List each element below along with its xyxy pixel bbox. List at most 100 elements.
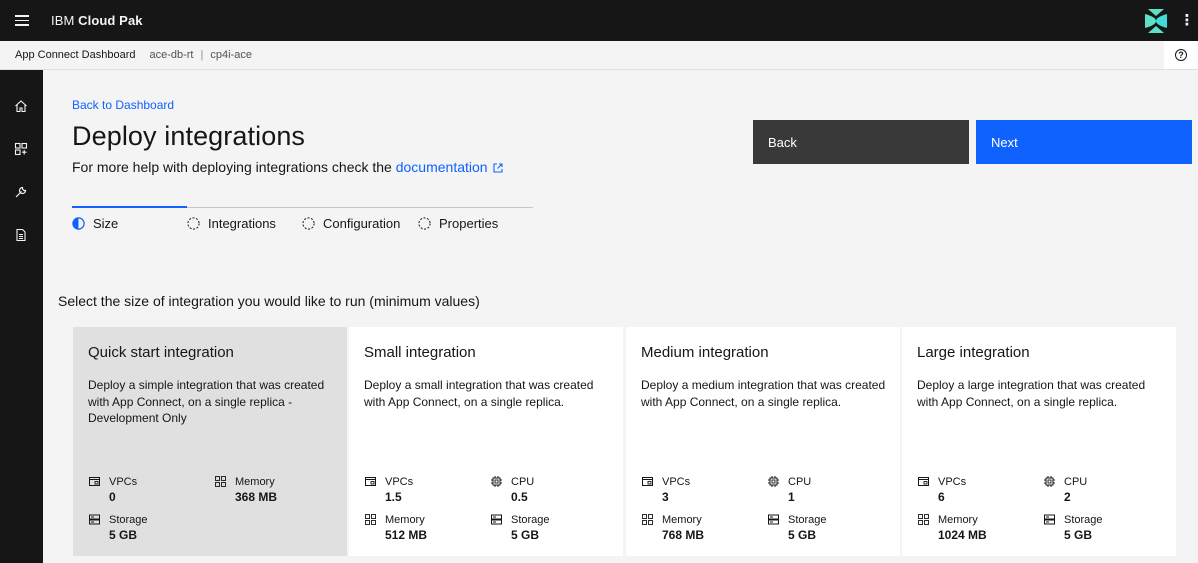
spec-storage: Storage 5 GB bbox=[767, 513, 827, 542]
spec-value: 512 MB bbox=[385, 528, 428, 542]
spec-value: 0.5 bbox=[511, 490, 528, 504]
spec-vpcs: VPCs 1.5 bbox=[364, 475, 413, 504]
breadcrumb-separator: | bbox=[200, 49, 204, 61]
wrench-icon[interactable] bbox=[14, 185, 28, 199]
step-label: Integrations bbox=[208, 216, 276, 231]
vpc-icon bbox=[918, 477, 929, 486]
subtitle-text: For more help with deploying integration… bbox=[72, 159, 396, 175]
step-label: Size bbox=[93, 216, 119, 231]
storage-icon bbox=[89, 514, 100, 525]
cpu-icon bbox=[1043, 475, 1056, 488]
back-to-dashboard-link[interactable]: Back to Dashboard bbox=[72, 98, 174, 112]
storage-icon bbox=[1044, 514, 1055, 525]
spec-value: 2 bbox=[1064, 490, 1071, 504]
spec-label: VPCs bbox=[385, 475, 414, 488]
tile-title: Quick start integration bbox=[88, 344, 234, 361]
breadcrumb-app[interactable]: App Connect Dashboard bbox=[15, 49, 135, 61]
memory-icon bbox=[641, 513, 654, 526]
help-icon: ? bbox=[1175, 49, 1187, 61]
step-label: Configuration bbox=[323, 216, 401, 231]
spec-value: 6 bbox=[938, 490, 945, 504]
spec-value: 5 GB bbox=[1064, 528, 1093, 542]
brand-name: Cloud Pak bbox=[78, 13, 143, 28]
step-properties[interactable]: Properties bbox=[418, 216, 498, 231]
spec-value: 5 GB bbox=[788, 528, 817, 542]
spec-label: Memory bbox=[662, 513, 702, 526]
spec-label: Storage bbox=[109, 513, 148, 526]
vpc-icon bbox=[365, 477, 376, 486]
help-button[interactable]: ? bbox=[1164, 41, 1198, 69]
spec-label: Storage bbox=[788, 513, 827, 526]
step-label: Properties bbox=[439, 216, 499, 231]
spec-value: 5 GB bbox=[109, 528, 138, 542]
tile-description: Deploy a large integration that was crea… bbox=[917, 378, 1146, 409]
step-integrations[interactable]: Integrations bbox=[187, 216, 276, 231]
step-incomplete-icon bbox=[418, 217, 431, 230]
spec-vpcs: VPCs 3 bbox=[641, 475, 690, 504]
memory-icon bbox=[364, 513, 377, 526]
tile-description: Deploy a medium integration that was cre… bbox=[641, 378, 886, 409]
tile-quick-start[interactable]: Quick start integration Deploy a simple … bbox=[73, 327, 347, 556]
documentation-link-label: documentation bbox=[395, 159, 488, 175]
cpu-icon bbox=[767, 475, 780, 488]
side-nav bbox=[0, 70, 43, 563]
cloud-pak-logo-icon[interactable] bbox=[1136, 0, 1176, 41]
spec-value: 1 bbox=[788, 490, 795, 504]
tile-description: Deploy a small integration that was crea… bbox=[364, 378, 594, 409]
spec-label: Memory bbox=[938, 513, 978, 526]
page-subtitle: For more help with deploying integration… bbox=[72, 159, 504, 177]
tile-large[interactable]: Large integration Deploy a large integra… bbox=[902, 327, 1176, 556]
spec-cpu: CPU 1 bbox=[767, 475, 811, 504]
spec-label: VPCs bbox=[938, 475, 967, 488]
spec-value: 1024 MB bbox=[938, 528, 987, 542]
tile-title: Small integration bbox=[364, 344, 476, 361]
launch-icon bbox=[492, 161, 504, 177]
step-size[interactable]: Size bbox=[72, 216, 118, 231]
spec-value: 3 bbox=[662, 490, 669, 504]
breadcrumb-namespace: cp4i-ace bbox=[210, 49, 252, 61]
home-icon[interactable] bbox=[14, 99, 28, 113]
spec-value: 0 bbox=[109, 490, 116, 504]
spec-vpcs: VPCs 0 bbox=[88, 475, 137, 504]
step-incomplete-icon bbox=[302, 217, 315, 230]
spec-label: CPU bbox=[511, 475, 535, 488]
spec-value: 368 MB bbox=[235, 490, 278, 504]
step-configuration[interactable]: Configuration bbox=[302, 216, 400, 231]
spec-cpu: CPU 2 bbox=[1043, 475, 1087, 504]
spec-storage: Storage 5 GB bbox=[88, 513, 148, 542]
tile-description: Deploy a simple integration that was cre… bbox=[88, 378, 325, 425]
spec-value: 1.5 bbox=[385, 490, 402, 504]
documentation-link[interactable]: documentation bbox=[396, 159, 504, 175]
step-incomplete-icon bbox=[187, 217, 200, 230]
back-button[interactable]: Back bbox=[753, 120, 969, 164]
spec-storage: Storage 5 GB bbox=[1043, 513, 1103, 542]
document-icon[interactable] bbox=[14, 228, 28, 242]
spec-label: CPU bbox=[788, 475, 812, 488]
overflow-menu-icon[interactable]: ⋮ bbox=[1176, 0, 1198, 41]
tile-small[interactable]: Small integration Deploy a small integra… bbox=[349, 327, 623, 556]
size-instruction: Select the size of integration you would… bbox=[58, 293, 480, 309]
dashboard-icon[interactable] bbox=[14, 142, 28, 156]
spec-label: VPCs bbox=[662, 475, 691, 488]
spec-label: CPU bbox=[1064, 475, 1088, 488]
spec-value: 5 GB bbox=[511, 528, 540, 542]
memory-icon bbox=[214, 475, 227, 488]
spec-value: 768 MB bbox=[662, 528, 705, 542]
storage-icon bbox=[768, 514, 779, 525]
product-name[interactable]: IBM Cloud Pak bbox=[51, 13, 143, 28]
next-button[interactable]: Next bbox=[976, 120, 1192, 164]
spec-label: VPCs bbox=[109, 475, 138, 488]
top-header: IBM Cloud Pak ⋮ bbox=[0, 0, 1198, 41]
tile-medium[interactable]: Medium integration Deploy a medium integ… bbox=[626, 327, 900, 556]
vpc-icon bbox=[642, 477, 653, 486]
spec-label: Memory bbox=[385, 513, 425, 526]
spec-label: Storage bbox=[1064, 513, 1103, 526]
progress-track-active bbox=[72, 206, 187, 208]
progress-indicator: Size Integrations Configuration Properti… bbox=[72, 206, 533, 236]
breadcrumb: App Connect Dashboard ace-db-rt | cp4i-a… bbox=[0, 41, 1198, 70]
brand-prefix: IBM bbox=[51, 13, 75, 28]
spec-storage: Storage 5 GB bbox=[490, 513, 550, 542]
spec-memory: Memory 1024 MB bbox=[917, 513, 987, 542]
spec-cpu: CPU 0.5 bbox=[490, 475, 534, 504]
hamburger-menu-icon[interactable] bbox=[0, 0, 43, 41]
